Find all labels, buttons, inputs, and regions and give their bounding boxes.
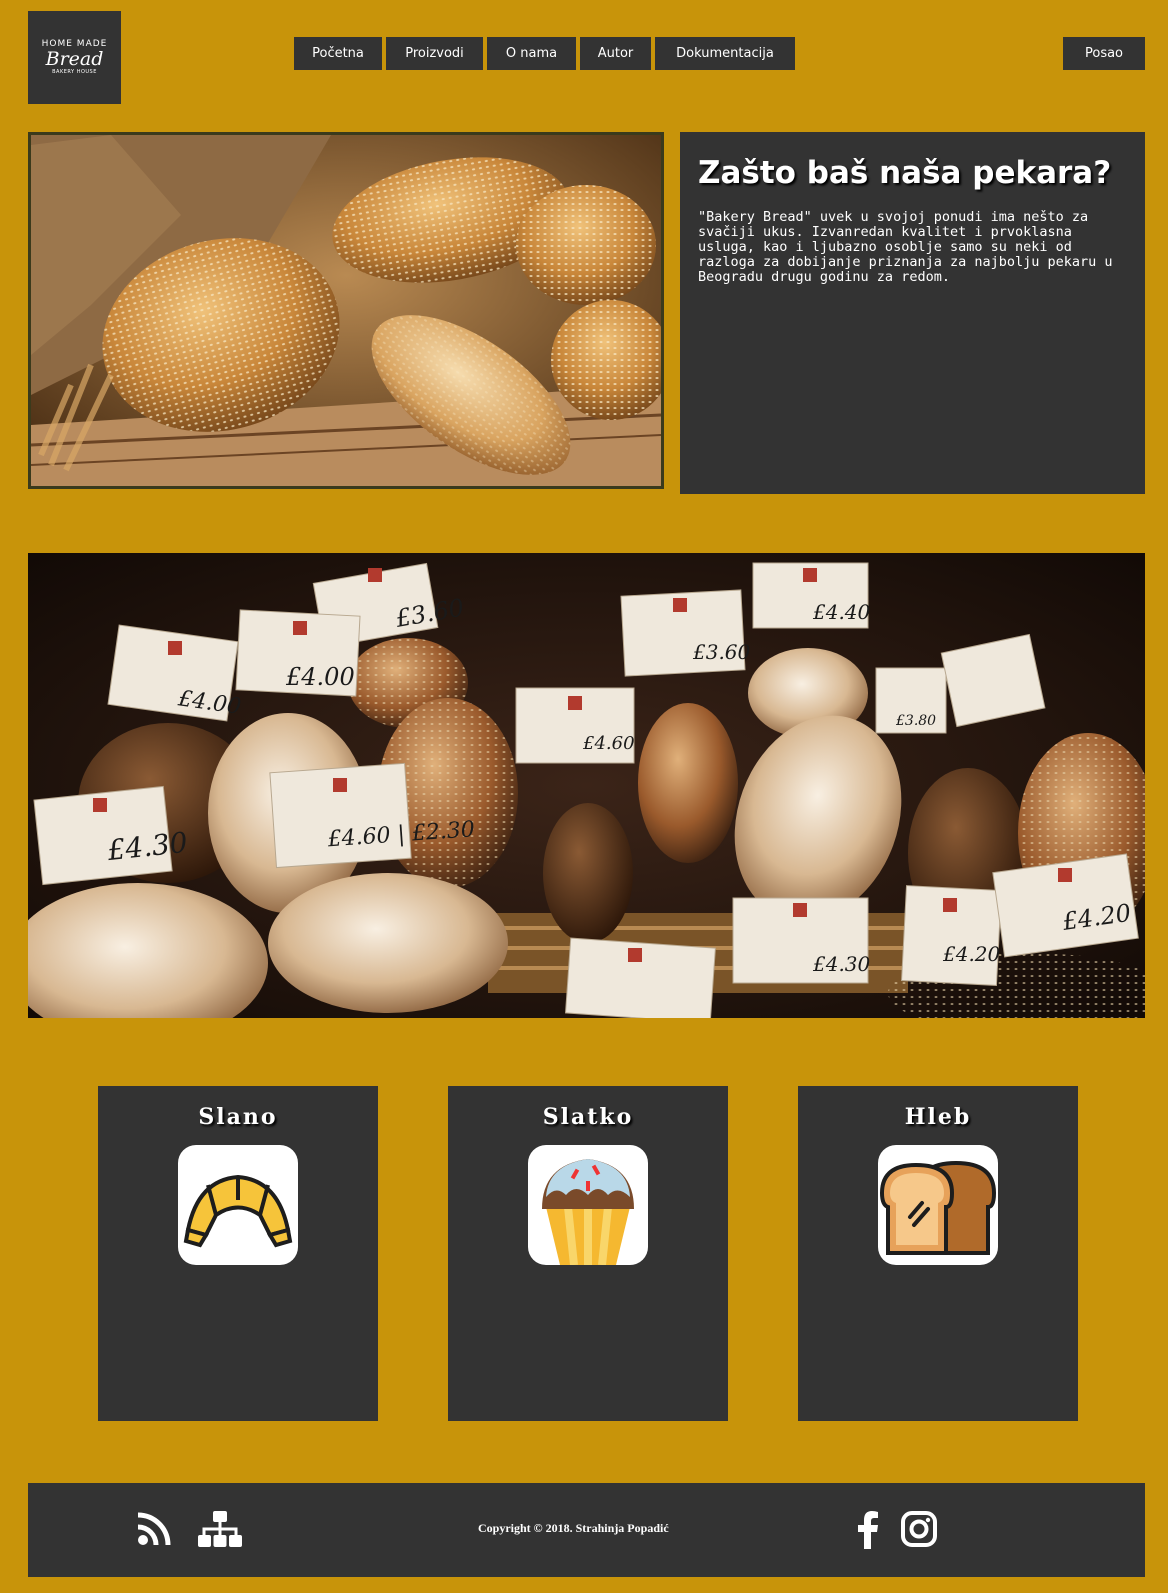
copyright-text: Copyright © 2018. Strahinja Popadić (478, 1521, 669, 1535)
cupcake-icon (528, 1145, 648, 1265)
logo-brand-text: Bread (45, 48, 104, 70)
price-tag-text: £3.80 (895, 713, 936, 729)
category-card-slano[interactable]: Slano (98, 1086, 378, 1421)
price-tag-text: £4.40 (812, 600, 871, 624)
instagram-icon[interactable] (901, 1511, 937, 1547)
nav-proizvodi[interactable]: Proizvodi (386, 37, 483, 70)
nav-dokumentacija[interactable]: Dokumentacija (655, 37, 795, 70)
footer: Copyright © 2018. Strahinja Popadić (28, 1483, 1145, 1577)
sitemap-icon[interactable] (198, 1511, 242, 1549)
why-us-panel: Zašto baš naša pekara? "Bakery Bread" uv… (680, 132, 1145, 494)
main-nav: Početna Proizvodi O nama Autor Dokumenta… (294, 37, 795, 70)
rss-icon[interactable] (136, 1511, 172, 1547)
job-button[interactable]: Posao (1063, 37, 1145, 70)
category-title: Slano (198, 1104, 278, 1130)
price-tag-text: £4.30 (812, 952, 871, 976)
price-tag-text: £3.60 (692, 640, 751, 664)
price-tag-text: £4.60 (582, 733, 635, 754)
nav-autor[interactable]: Autor (580, 37, 651, 70)
bread-loaf-icon (878, 1145, 998, 1265)
why-us-text: "Bakery Bread" uvek u svojoj ponudi ima … (698, 209, 1113, 285)
logo-tag-text: BAKERY HOUSE (52, 69, 97, 75)
facebook-icon[interactable] (856, 1511, 880, 1549)
price-tag-text: £4.20 (942, 942, 1001, 966)
why-us-title: Zašto baš naša pekara? (698, 155, 1112, 191)
nav-pocetna[interactable]: Početna (294, 37, 382, 70)
category-title: Hleb (904, 1104, 972, 1130)
category-card-hleb[interactable]: Hleb (798, 1086, 1078, 1421)
logo[interactable]: HOME MADE Bread BAKERY HOUSE (28, 11, 121, 104)
price-tag-text: £4.00 (285, 663, 355, 691)
bakery-display-image: £3.60 £4.00 £4.00 £4.30 £4.60 | £2.30 £4… (28, 553, 1145, 1018)
category-title: Slatko (542, 1104, 634, 1130)
croissant-icon (178, 1145, 298, 1265)
category-card-slatko[interactable]: Slatko (448, 1086, 728, 1421)
hero-bread-image (28, 132, 664, 489)
nav-o-nama[interactable]: O nama (487, 37, 576, 70)
